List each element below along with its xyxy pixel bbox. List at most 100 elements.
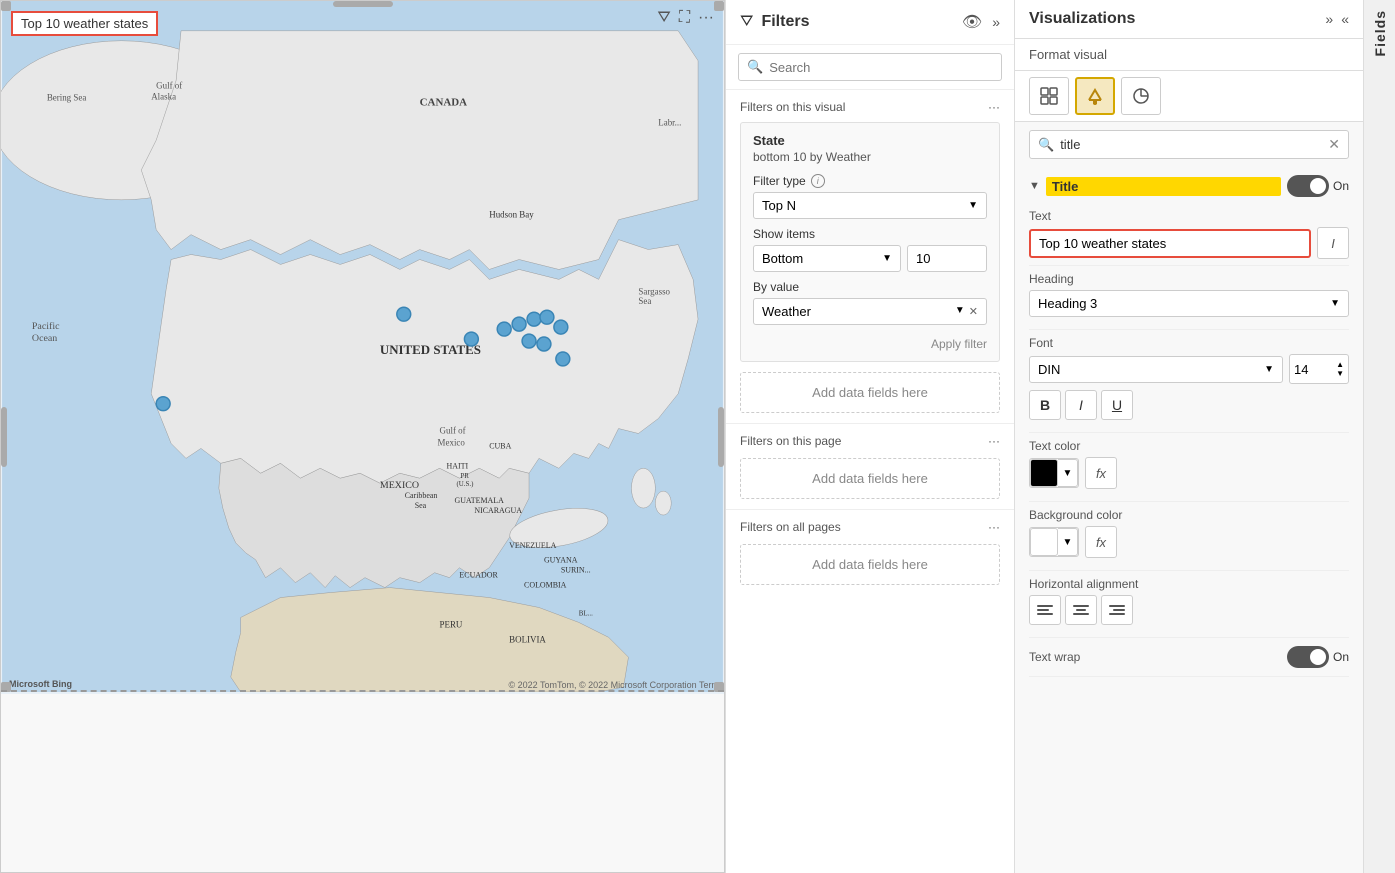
resize-handle-left[interactable]	[1, 407, 7, 467]
text-wrap-toggle-knob	[1310, 649, 1326, 665]
font-size-arrows[interactable]: ▲ ▼	[1336, 360, 1344, 378]
title-fx-btn[interactable]: I	[1317, 227, 1349, 259]
filters-search-input[interactable]	[769, 60, 993, 75]
viz-expand-icon[interactable]: »	[1325, 11, 1333, 27]
align-center-btn[interactable]	[1065, 595, 1097, 625]
by-value-dropdown[interactable]: Weather ▼ ✕	[753, 298, 987, 325]
font-field-label: Font	[1029, 336, 1349, 350]
text-wrap-label: Text wrap	[1029, 650, 1080, 664]
viz-collapse-icon[interactable]: «	[1341, 11, 1349, 27]
filters-on-visual-header: Filters on this visual ···	[740, 100, 1000, 114]
font-chevron-icon: ▼	[1264, 364, 1274, 375]
title-toggle[interactable]: On	[1287, 175, 1349, 197]
resize-handle-bottom[interactable]	[1, 690, 724, 692]
show-items-direction-dropdown[interactable]: Bottom ▼	[753, 245, 901, 272]
viz-search-clear-btn[interactable]: ✕	[1328, 136, 1340, 153]
underline-btn[interactable]: U	[1101, 390, 1133, 420]
apply-filter-btn[interactable]: Apply filter	[753, 333, 987, 351]
svg-text:GUATEMALA: GUATEMALA	[454, 496, 504, 505]
text-color-fx-btn[interactable]: fx	[1085, 457, 1117, 489]
svg-text:MEXICO: MEXICO	[380, 480, 419, 491]
text-color-swatch[interactable]	[1030, 459, 1058, 487]
resize-icon[interactable]: ⛶	[679, 9, 690, 27]
text-wrap-toggle-switch[interactable]	[1287, 646, 1329, 668]
viz-search-input[interactable]	[1060, 137, 1322, 152]
close-icon[interactable]: ✕	[969, 305, 978, 318]
analytics-btn[interactable]	[1121, 77, 1161, 115]
svg-text:GUYANA: GUYANA	[544, 556, 578, 565]
format-visual-btn[interactable]	[1075, 77, 1115, 115]
resize-handle-right[interactable]	[718, 407, 724, 467]
align-right-btn[interactable]	[1101, 595, 1133, 625]
filters-eye-icon[interactable]: 👁	[962, 12, 982, 32]
svg-text:VENEZUELA: VENEZUELA	[509, 541, 556, 550]
svg-text:Gulf of: Gulf of	[156, 80, 182, 90]
filters-on-page-more[interactable]: ···	[988, 434, 1000, 448]
filters-title: Filters	[761, 13, 953, 31]
fields-label[interactable]: Fields	[1372, 10, 1388, 56]
filter-card-subtitle: bottom 10 by Weather	[753, 150, 987, 164]
add-data-fields-all[interactable]: Add data fields here	[740, 544, 1000, 585]
map-svg: Bering Sea Gulf of Alaska CANADA UNITED …	[1, 1, 724, 692]
svg-text:Caribbean: Caribbean	[405, 491, 438, 500]
filters-on-visual-more[interactable]: ···	[988, 100, 1000, 114]
filter-icon[interactable]: ⛛	[657, 9, 670, 27]
resize-corner-tl[interactable]	[1, 1, 11, 11]
text-wrap-toggle[interactable]: On	[1287, 646, 1349, 668]
toggle-knob	[1310, 178, 1326, 194]
filters-on-all-label: Filters on all pages	[740, 520, 841, 534]
bg-color-swatch[interactable]	[1030, 528, 1058, 556]
bg-color-row: Background color ▼ fx	[1029, 502, 1349, 571]
svg-text:Pacific: Pacific	[32, 321, 60, 332]
filter-type-dropdown[interactable]: Top N ▼	[753, 192, 987, 219]
bing-logo: Microsoft Bing	[9, 679, 72, 689]
filter-card-state: State bottom 10 by Weather Filter type i…	[740, 122, 1000, 362]
filters-on-visual-label: Filters on this visual	[740, 100, 845, 114]
grid-view-btn[interactable]	[1029, 77, 1069, 115]
svg-text:CUBA: CUBA	[489, 441, 511, 450]
title-text-input[interactable]	[1029, 229, 1311, 258]
resize-handle-top[interactable]	[333, 1, 393, 7]
search-icon: 🔍	[747, 59, 763, 75]
svg-text:SURIN...: SURIN...	[561, 566, 591, 575]
svg-text:Gulf of: Gulf of	[440, 425, 466, 435]
svg-text:BOLIVIA: BOLIVIA	[509, 634, 546, 644]
chevron-down-icon: ▼	[882, 253, 892, 264]
show-items-row: Bottom ▼ 10	[753, 245, 987, 272]
bold-btn[interactable]: B	[1029, 390, 1061, 420]
filters-on-all-section: Filters on all pages ··· Add data fields…	[726, 510, 1014, 595]
text-color-picker[interactable]: ▼	[1029, 458, 1079, 488]
show-items-count-input[interactable]: 10	[907, 245, 987, 272]
bg-color-dropdown-arrow[interactable]: ▼	[1058, 528, 1078, 556]
font-family-dropdown[interactable]: DIN ▼	[1029, 356, 1283, 383]
svg-text:PERU: PERU	[440, 619, 463, 629]
h-align-row: Horizontal alignment	[1029, 571, 1349, 638]
bg-color-picker[interactable]: ▼	[1029, 527, 1079, 557]
svg-text:Hudson Bay: Hudson Bay	[489, 210, 534, 220]
viz-toolbar: Format visual	[1015, 39, 1363, 71]
italic-btn[interactable]: I	[1065, 390, 1097, 420]
filters-on-all-more[interactable]: ···	[988, 520, 1000, 534]
svg-text:NICARAGUA: NICARAGUA	[474, 506, 522, 515]
svg-text:ECUADOR: ECUADOR	[459, 571, 498, 580]
add-data-fields-page[interactable]: Add data fields here	[740, 458, 1000, 499]
align-left-btn[interactable]	[1029, 595, 1061, 625]
viz-header-title: Visualizations	[1029, 10, 1317, 28]
heading-dropdown[interactable]: Heading 3 ▼	[1029, 290, 1349, 317]
svg-text:Mexico: Mexico	[438, 437, 466, 447]
add-data-fields-visual[interactable]: Add data fields here	[740, 372, 1000, 413]
svg-text:CANADA: CANADA	[420, 96, 467, 108]
text-color-dropdown-arrow[interactable]: ▼	[1058, 459, 1078, 487]
bg-color-fx-btn[interactable]: fx	[1085, 526, 1117, 558]
resize-corner-tr[interactable]	[714, 1, 724, 11]
filters-expand-icon[interactable]: »	[992, 14, 1000, 30]
map-title: Top 10 weather states	[11, 11, 158, 36]
title-section-header[interactable]: ▼ Title On	[1029, 167, 1349, 203]
font-size-input[interactable]: 14 ▲ ▼	[1289, 354, 1349, 384]
svg-text:Ocean: Ocean	[32, 333, 57, 344]
svg-text:Sea: Sea	[638, 296, 651, 306]
title-toggle-switch[interactable]	[1287, 175, 1329, 197]
more-icon[interactable]: ···	[698, 9, 714, 27]
heading-field-label: Heading	[1029, 272, 1349, 286]
map-toolbar: ⛛ ⛶ ···	[657, 9, 714, 27]
